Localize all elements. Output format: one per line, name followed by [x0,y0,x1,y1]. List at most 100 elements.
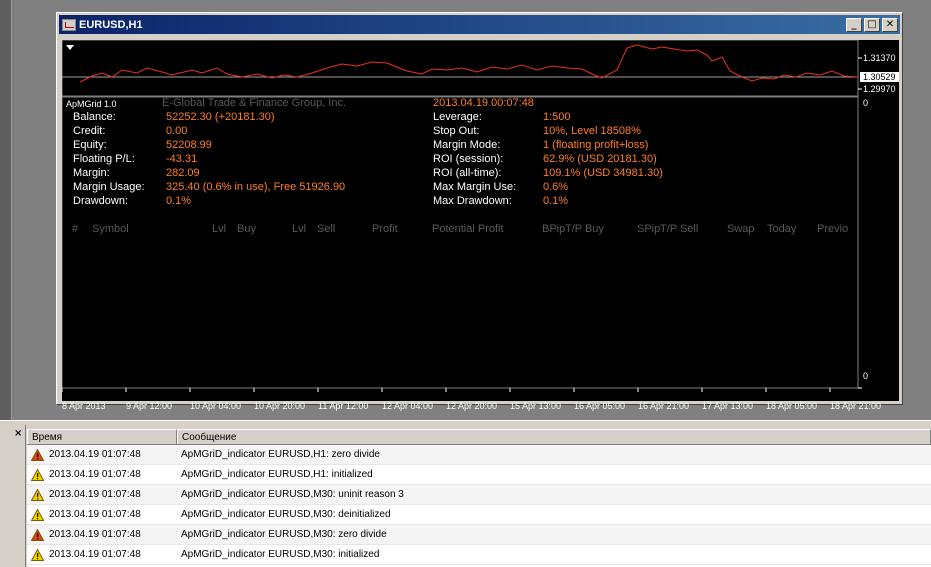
price-bottom-label: 1.29970 [863,84,896,94]
journal-time: 2013.04.19 01:07:48 [49,529,141,540]
stat-value: -43.31 [166,153,198,165]
stat-label: Floating P/L: [73,153,135,165]
stat-value: 325.40 (0.6% in use), Free 51926.90 [166,181,346,193]
price-line [79,44,859,83]
time-axis-label: 17 Apr 13:00 [702,401,754,411]
time-axis-label: 16 Apr 05:00 [574,401,626,411]
journal-message: ApMGriD_indicator EURUSD,H1: zero divide [181,449,380,460]
time-axis-label: 10 Apr 04:00 [190,401,242,411]
indicator-top-label: 0 [863,98,869,108]
grid-table-header: Lvl [292,223,307,235]
time-axis-label: 8 Apr 2013 [62,401,106,411]
maximize-button[interactable]: □ [864,17,880,32]
grid-table-header: T/P Sell [660,223,699,235]
stat-label: Balance: [73,111,116,123]
journal-header: Время Сообщение [27,429,931,445]
time-axis-label: 18 Apr 05:00 [766,401,818,411]
grid-table-header: Profit [372,223,398,235]
journal-time: 2013.04.19 01:07:48 [49,469,141,480]
stat-label: Margin Mode: [433,139,501,151]
navigator-strip [0,0,12,420]
chart-area[interactable]: 1.31370 1.30529 1.29970 0 0 ApMGrid 1.0 … [62,40,899,411]
grid-table-header: Potential Profit [432,223,504,235]
close-panel-icon[interactable]: × [14,428,22,439]
stat-label: Max Margin Use: [433,181,517,193]
time-axis-label: 15 Apr 13:00 [510,401,562,411]
time-ticks [62,388,831,392]
stat-label: Equity: [73,139,107,151]
warning-icon [31,548,44,561]
stat-label: ROI (session): [433,153,504,165]
stat-label: Margin Usage: [73,181,145,193]
journal-row[interactable]: 2013.04.19 01:07:48 ApMGriD_indicator EUR… [27,525,931,545]
stat-value: 0.1% [543,195,569,207]
grid-table-header: SPip [637,223,661,235]
grid-table-header: Today [767,223,797,235]
stat-value: 0.1% [166,195,192,207]
grid-table-header: Lvl [212,223,227,235]
journal-row[interactable]: 2013.04.19 01:07:48 ApMGriD_indicator EUR… [27,465,931,485]
stat-value: 10%, Level 18508% [543,125,641,137]
stat-label: Stop Out: [433,125,480,137]
broker-name: E-Global Trade & Finance Group, Inc. [162,97,347,109]
time-axis-label: 11 Apr 12:00 [318,401,369,411]
stat-label: Credit: [73,125,106,137]
stat-value: 0.00 [166,125,188,137]
grid-table-header: Symbol [92,223,129,235]
grid-table-header: T/P Buy [565,223,604,235]
stat-value: 282.09 [166,167,200,179]
journal-message: ApMGriD_indicator EURUSD,M30: deinitiali… [181,509,391,520]
time-axis-label: 9 Apr 12:00 [126,401,173,411]
chart-menu-arrow-icon[interactable] [66,45,74,50]
error-warning-icon [31,528,44,541]
stat-value: 52208.99 [166,139,212,151]
minimize-icon: _ [851,18,857,30]
stat-label: Max Drawdown: [433,195,512,207]
time-axis-label: 12 Apr 20:00 [446,401,498,411]
stat-label: Margin: [73,167,110,179]
grid-table-header: Previo [817,223,849,235]
error-warning-icon [31,448,44,461]
warning-icon [31,468,44,481]
journal-row[interactable]: 2013.04.19 01:07:48 ApMGriD_indicator EUR… [27,445,931,465]
grid-table-header: Swap [727,223,755,235]
price-current-label: 1.30529 [860,72,899,82]
time-axis-label: 10 Apr 20:00 [254,401,306,411]
journal-time: 2013.04.19 01:07:48 [49,489,141,500]
column-header-time[interactable]: Время [27,429,177,444]
warning-icon [31,508,44,521]
journal-message: ApMGriD_indicator EURUSD,M30: uninit rea… [181,489,404,500]
grid-table-header: BPip [542,223,566,235]
indicator-datetime: 2013.04.19 00:07:48 [433,97,534,109]
time-axis-label: 16 Apr 21:00 [638,401,690,411]
journal-time: 2013.04.19 01:07:48 [49,549,141,560]
column-header-message[interactable]: Сообщение [177,429,931,444]
grid-table-header: Sell [317,223,336,235]
journal-row[interactable]: 2013.04.19 01:07:48 ApMGriD_indicator EUR… [27,485,931,505]
indicator-bottom-label: 0 [863,371,869,381]
warning-icon [31,488,44,501]
grid-table-header: # [72,223,79,235]
minimize-button[interactable]: _ [846,17,862,32]
chart-title-bar[interactable]: EURUSD,H1 _ □ ✕ [59,15,900,34]
journal-message: ApMGriD_indicator EURUSD,M30: zero divid… [181,529,387,540]
stat-label: ROI (all-time): [433,167,502,179]
journal-table[interactable]: Время Сообщение 2013.04.19 01:07:48 ApMGr… [27,429,931,567]
journal-time: 2013.04.19 01:07:48 [49,509,141,520]
journal-row[interactable]: 2013.04.19 01:07:48 ApMGriD_indicator EUR… [27,545,931,565]
stat-label: Drawdown: [73,195,129,207]
stat-label: Leverage: [433,111,482,123]
chart-window[interactable]: EURUSD,H1 _ □ ✕ 1.31370 1.30529 1.29970 … [56,12,903,411]
close-button[interactable]: ✕ [882,17,898,32]
terminal-side-bar: × [0,425,26,567]
price-top-label: 1.31370 [863,53,896,63]
chart-title: EURUSD,H1 [79,18,143,31]
maximize-icon: □ [867,18,877,30]
journal-time: 2013.04.19 01:07:48 [49,449,141,460]
indicator-name: ApMGrid 1.0 [66,99,117,109]
stat-value: 1 (floating profit+loss) [543,139,649,151]
journal-row[interactable]: 2013.04.19 01:07:48 ApMGriD_indicator EUR… [27,505,931,525]
chart-svg [62,40,862,392]
grid-table-header: Buy [237,223,256,235]
time-axis-label: 18 Apr 21:00 [830,401,882,411]
